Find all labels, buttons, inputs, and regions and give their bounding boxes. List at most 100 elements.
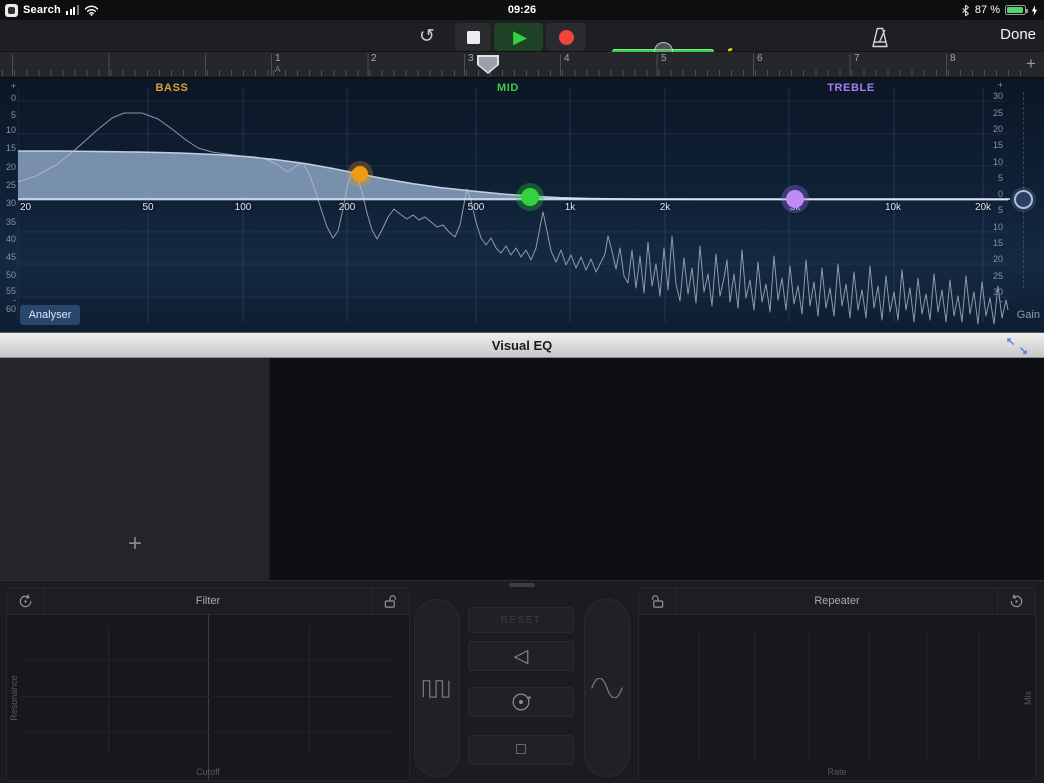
db-scale-tick: 25: [1, 180, 16, 190]
return-app-label: Search: [23, 4, 61, 16]
status-bar: Search 09:26 87 %: [0, 0, 1044, 20]
grid-line: [309, 627, 310, 752]
filter-panel: Filter Resonance: [6, 587, 410, 781]
undo-button[interactable]: ↺: [413, 22, 441, 50]
recenter-icon: [17, 593, 34, 610]
measure-number: 5: [661, 53, 667, 64]
reset-button[interactable]: RESET: [468, 607, 574, 633]
panel-drag-handle[interactable]: [509, 583, 535, 587]
analyser-trace: [18, 113, 1008, 324]
gain-scale-tick: 25: [985, 108, 1003, 118]
square-wave-icon: [422, 678, 452, 698]
fx-stop-button[interactable]: □: [468, 735, 574, 765]
freq-label: 50: [142, 202, 153, 213]
column-divider: [754, 631, 755, 760]
vinyl-spin-button[interactable]: [468, 687, 574, 717]
repeater-x-axis-label: Rate: [639, 767, 1035, 777]
repeater-pad[interactable]: Mix Rate: [639, 615, 1035, 780]
measure-number: 7: [854, 53, 860, 64]
eq-marker-mid[interactable]: [521, 188, 539, 206]
status-right-cluster: 87 %: [961, 0, 1038, 20]
sine-wave-slider[interactable]: [584, 599, 630, 777]
record-button[interactable]: [546, 23, 586, 51]
transport-toolbar: ↺ ▶ Done: [0, 20, 1044, 52]
search-app-icon: [5, 4, 18, 17]
gain-scale-tick: 20: [985, 254, 1003, 264]
freq-label: 100: [235, 202, 252, 213]
repeater-header: Repeater: [639, 588, 1035, 615]
db-scale-tick: 20: [1, 162, 16, 172]
repeater-recenter-button[interactable]: [997, 588, 1035, 614]
reverse-button[interactable]: ◁: [468, 641, 574, 671]
expand-icon[interactable]: ↖ ↘: [1006, 334, 1028, 358]
db-scale-plus: +: [1, 81, 16, 91]
return-to-app-link[interactable]: Search: [5, 0, 99, 20]
unlocked-icon: [383, 594, 398, 609]
eq-marker-bass[interactable]: [352, 166, 368, 182]
measure-number: 1: [275, 53, 281, 64]
timeline-ruler[interactable]: 1 2 3 4 5 6 7 8 A +: [0, 52, 1044, 78]
gain-scale-tick: 10: [985, 222, 1003, 232]
column-divider: [699, 631, 700, 760]
band-label-bass: BASS: [156, 82, 189, 94]
db-scale-tick: 50: [1, 270, 16, 280]
freq-label: 2k: [660, 202, 671, 213]
play-icon: ▶: [510, 28, 527, 46]
repeater-lock-button[interactable]: [639, 588, 677, 614]
grid-line: [21, 732, 395, 733]
db-scale-tick: 40: [1, 234, 16, 244]
freq-label: 10k: [885, 202, 901, 213]
sine-wave-icon: [591, 678, 623, 698]
column-divider: [926, 631, 927, 760]
unlocked-icon: [650, 594, 665, 609]
clock: 09:26: [508, 4, 536, 16]
band-label-treble: TREBLE: [827, 82, 875, 94]
battery-icon: [1005, 5, 1026, 15]
gain-scale-plus: +: [985, 80, 1003, 90]
section-marker: A: [275, 65, 280, 74]
db-scale-tick: 15: [1, 143, 16, 153]
gain-scale-tick: 10: [985, 157, 1003, 167]
plugin-title-bar[interactable]: Visual EQ ↖ ↘: [0, 332, 1044, 358]
stop-icon: [467, 31, 480, 44]
db-scale-tick: 35: [1, 217, 16, 227]
play-button[interactable]: ▶: [494, 23, 543, 51]
analyser-toggle-button[interactable]: Analyser: [20, 305, 80, 325]
ruler-minor-ticks: [0, 70, 1030, 76]
gain-scale-tick: 15: [985, 238, 1003, 248]
bluetooth-icon: [961, 4, 970, 17]
metronome-icon: [868, 26, 892, 49]
vinyl-icon: [509, 690, 533, 714]
add-track-button[interactable]: +: [122, 530, 148, 558]
eq-marker-treble[interactable]: [786, 190, 804, 208]
filter-xy-pad[interactable]: Resonance Cutoff: [7, 615, 409, 780]
filter-header: Filter: [7, 588, 409, 615]
gain-scale-tick: 15: [985, 140, 1003, 150]
grid-line: [108, 627, 109, 752]
record-icon: [559, 30, 574, 45]
visual-eq-display[interactable]: BASS MID TREBLE + 0 5 10 15 20 25 30 35 …: [0, 78, 1044, 332]
repeater-y-axis-label: Mix: [1023, 691, 1033, 705]
gain-scale-tick: 25: [985, 271, 1003, 281]
freq-label: 20: [20, 202, 31, 213]
freq-label: 20k: [975, 202, 991, 213]
freq-label: 1k: [565, 202, 576, 213]
filter-recenter-button[interactable]: [7, 588, 45, 614]
db-scale-tick: 45: [1, 252, 16, 262]
done-button[interactable]: Done: [1000, 26, 1036, 43]
column-divider: [809, 631, 810, 760]
metronome-button[interactable]: [866, 24, 894, 50]
gain-slider-knob[interactable]: [1014, 190, 1033, 209]
grid-line-center: [208, 615, 209, 780]
filter-lock-button[interactable]: [371, 588, 409, 614]
plugin-title: Visual EQ: [0, 338, 1044, 353]
battery-percent: 87 %: [975, 4, 1000, 16]
recenter-icon: [1008, 593, 1025, 610]
measure-number: 4: [564, 53, 570, 64]
measure-number: 2: [371, 53, 377, 64]
stop-button[interactable]: [455, 23, 491, 51]
gain-scale-tick: 0: [985, 189, 1003, 199]
filter-y-axis-label: Resonance: [9, 675, 19, 721]
add-section-button[interactable]: +: [1020, 53, 1042, 75]
square-wave-slider[interactable]: [414, 599, 460, 777]
